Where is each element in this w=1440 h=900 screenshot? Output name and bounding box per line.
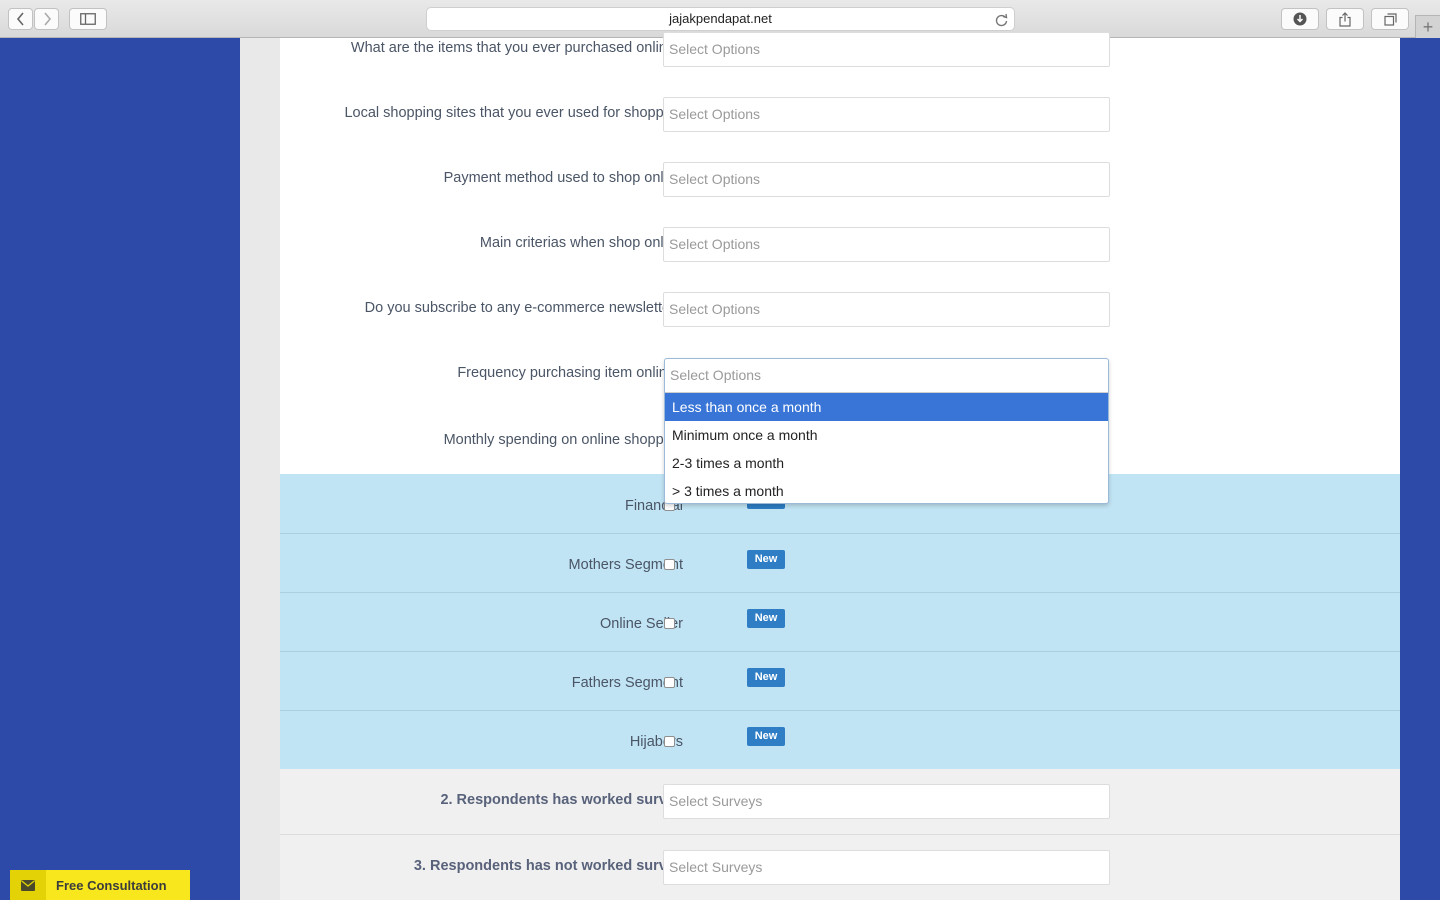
new-badge: New	[747, 727, 785, 746]
survey-label: 2. Respondents has worked survey	[440, 792, 683, 808]
row-divider	[280, 592, 1400, 593]
row-divider	[280, 651, 1400, 652]
forward-button[interactable]	[34, 8, 59, 30]
row-divider	[280, 533, 1400, 534]
field-placeholder: Select Options	[669, 171, 761, 187]
dropdown-option[interactable]: Minimum once a month	[665, 421, 1108, 449]
sidebar-toggle-button[interactable]	[69, 8, 107, 30]
field-placeholder: Select Surveys	[669, 859, 763, 875]
chevron-left-icon	[16, 12, 24, 26]
question-label: Do you subscribe to any e-commerce newsl…	[364, 300, 683, 316]
chevron-right-icon	[43, 12, 51, 26]
dropdown-placeholder: Select Options	[670, 367, 762, 383]
survey-label: 3. Respondents has not worked survey	[413, 858, 683, 874]
segment-checkbox[interactable]	[664, 736, 675, 747]
new-badge: New	[747, 668, 785, 687]
multiselect-field[interactable]: Select Options	[663, 162, 1110, 197]
right-margin	[1400, 38, 1440, 900]
free-consultation-button[interactable]: Free Consultation	[10, 870, 190, 900]
share-button[interactable]	[1326, 8, 1364, 30]
field-placeholder: Select Options	[669, 106, 761, 122]
multiselect-field[interactable]: Select Options	[663, 292, 1110, 327]
question-label: Payment method used to shop online	[443, 170, 683, 186]
segment-checkbox[interactable]	[664, 677, 675, 688]
envelope-icon	[10, 870, 46, 900]
consultation-label: Free Consultation	[56, 877, 167, 893]
tabs-overview-button[interactable]	[1371, 8, 1409, 30]
dropdown-option[interactable]: 2-3 times a month	[665, 449, 1108, 477]
segment-checkbox[interactable]	[664, 618, 675, 629]
field-placeholder: Select Surveys	[669, 793, 763, 809]
field-placeholder: Select Options	[669, 301, 761, 317]
multiselect-field[interactable]: Select Options	[663, 227, 1110, 262]
dropdown-option[interactable]: Less than once a month	[665, 393, 1108, 421]
question-label: Monthly spending on online shopping	[443, 432, 683, 448]
tabs-icon	[1383, 12, 1397, 26]
question-label: What are the items that you ever purchas…	[350, 40, 683, 56]
field-placeholder: Select Options	[669, 41, 761, 57]
share-icon	[1339, 11, 1351, 27]
new-tab-button[interactable]: +	[1415, 15, 1440, 38]
segment-checkbox[interactable]	[664, 559, 675, 570]
downloads-button[interactable]	[1281, 8, 1319, 30]
row-divider	[280, 710, 1400, 711]
segment-label: Hijabers	[629, 734, 683, 750]
download-icon	[1293, 12, 1307, 26]
row-divider	[280, 834, 1400, 835]
question-label: Local shopping sites that you ever used …	[344, 105, 683, 121]
survey-select-field[interactable]: Select Surveys	[663, 784, 1110, 819]
plus-icon: +	[1422, 16, 1434, 37]
frequency-dropdown[interactable]: Select Options Less than once a month Mi…	[664, 358, 1109, 504]
sidebar-icon	[80, 13, 96, 25]
survey-select-field[interactable]: Select Surveys	[663, 850, 1110, 885]
multiselect-field[interactable]: Select Options	[663, 32, 1110, 67]
dropdown-search-input[interactable]: Select Options	[665, 359, 1108, 393]
left-sidebar	[0, 38, 240, 900]
segments-section	[280, 474, 1400, 769]
question-label: Main criterias when shop online	[479, 235, 683, 251]
reload-icon[interactable]	[995, 12, 1008, 34]
field-placeholder: Select Options	[669, 236, 761, 252]
new-badge: New	[747, 609, 785, 628]
question-label: Frequency purchasing item online?	[457, 365, 683, 381]
url-text: jajakpendapat.net	[669, 11, 772, 26]
multiselect-field[interactable]: Select Options	[663, 97, 1110, 132]
back-button[interactable]	[8, 8, 33, 30]
address-bar[interactable]: jajakpendapat.net	[426, 7, 1015, 31]
new-badge: New	[747, 550, 785, 569]
dropdown-option[interactable]: > 3 times a month	[665, 477, 1108, 505]
